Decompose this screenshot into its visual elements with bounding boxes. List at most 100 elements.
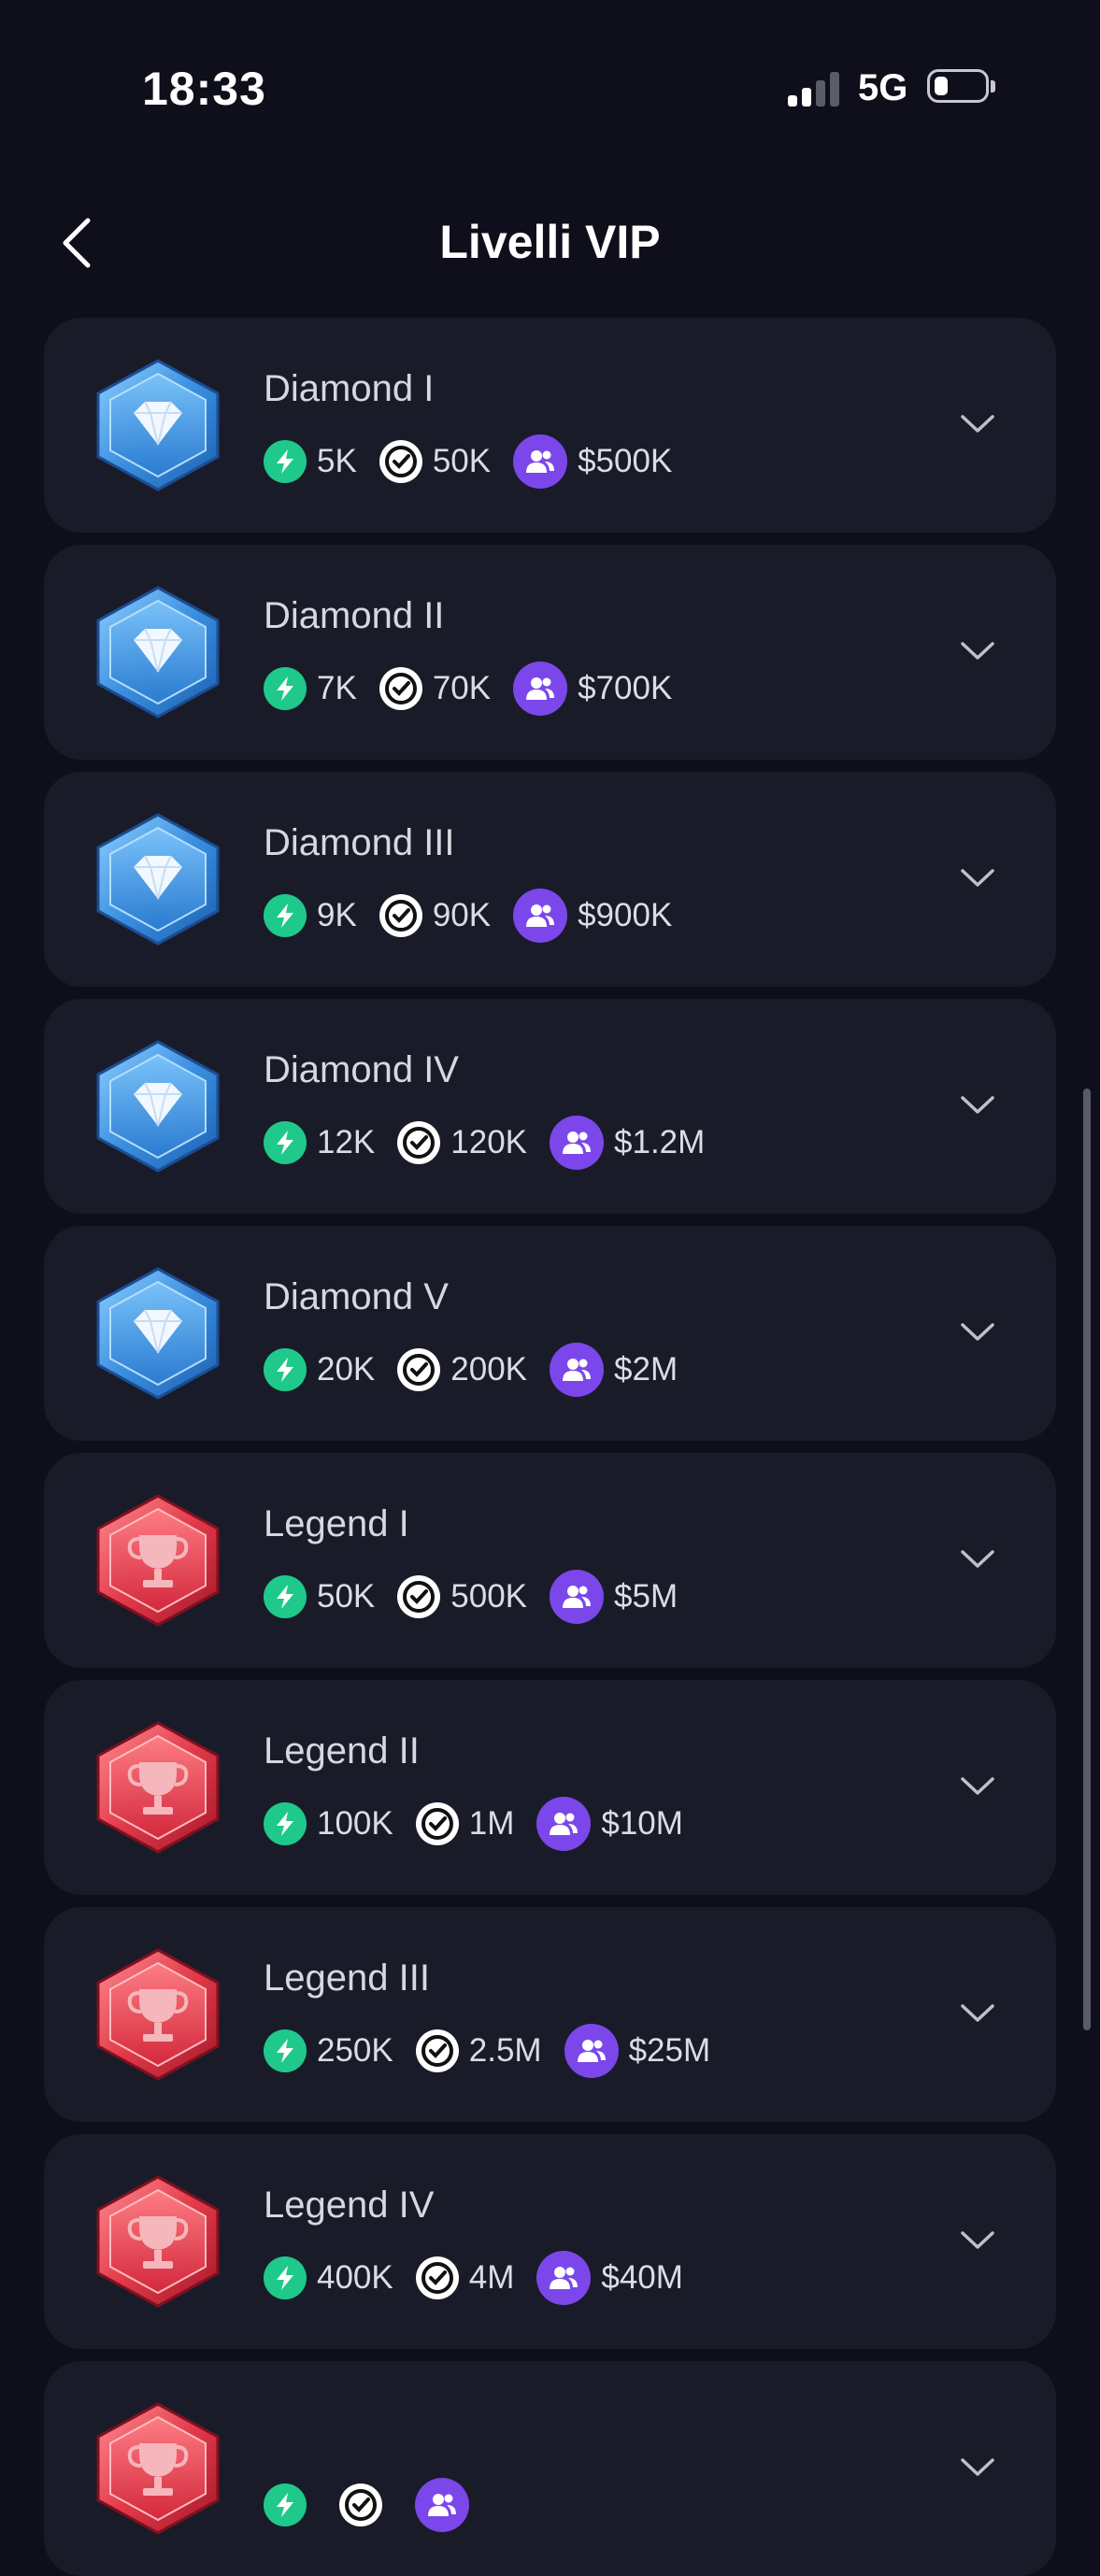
coin-icon: [379, 667, 422, 710]
tier-stat-value: $40M: [601, 2259, 683, 2296]
tier-stat-value: 1M: [468, 1805, 515, 1842]
expand-button[interactable]: [959, 2000, 996, 2027]
tier-stat-value: 400K: [317, 2259, 393, 2296]
bolt-icon: [264, 1121, 307, 1164]
tier-requirements: 100K 1M $10M: [264, 1796, 706, 1852]
expand-button[interactable]: [959, 1546, 996, 1573]
tier-name: Diamond I: [264, 368, 435, 409]
diamond-badge-icon: [93, 359, 223, 491]
tier-card[interactable]: Legend IV 400K 4M $40M: [44, 2134, 1056, 2349]
tier-stat: 200K: [397, 1348, 527, 1391]
tier-stat-value: $10M: [601, 1805, 683, 1842]
tier-card[interactable]: Diamond II 7K 70K $700K: [44, 545, 1056, 760]
users-icon: [550, 1343, 605, 1397]
tier-stat: [415, 2478, 479, 2532]
tier-stat-value: $25M: [628, 2032, 711, 2069]
tier-stat-value: 200K: [450, 1351, 528, 1388]
diamond-badge-icon: [93, 1040, 223, 1173]
tier-stat-value: 4M: [468, 2259, 515, 2296]
tier-stat-value: 90K: [432, 897, 492, 933]
users-icon: [415, 2478, 469, 2532]
tier-stat: 12K: [264, 1121, 375, 1164]
expand-button[interactable]: [959, 865, 996, 891]
status-bar: 18:33 5G: [0, 0, 1100, 178]
expand-button[interactable]: [959, 1319, 996, 1345]
tier-stat: 70K: [379, 667, 491, 710]
chevron-down-icon: [961, 1777, 994, 1795]
network-label: 5G: [858, 67, 908, 108]
chevron-down-icon: [961, 2004, 994, 2022]
tier-name: Diamond II: [264, 595, 445, 636]
tier-card[interactable]: Diamond I 5K 50K $500K: [44, 318, 1056, 533]
header: Livelli VIP: [0, 196, 1100, 290]
users-icon: [536, 2251, 592, 2305]
scrollbar[interactable]: [1083, 1089, 1091, 2030]
tier-card[interactable]: Diamond V 20K 200K $2M: [44, 1226, 1056, 1441]
tier-stat: 7K: [264, 667, 357, 710]
tier-card[interactable]: Diamond IV 12K 120K $1.2M: [44, 999, 1056, 1214]
signal-icon: [788, 71, 840, 107]
chevron-down-icon: [961, 2458, 994, 2476]
tier-stat: 1M: [415, 1802, 515, 1845]
users-icon: [550, 1116, 605, 1170]
chevron-down-icon: [961, 642, 994, 660]
tier-stat: 4M: [415, 2256, 515, 2299]
tier-stat: $5M: [550, 1570, 678, 1624]
expand-button[interactable]: [959, 2455, 996, 2481]
expand-button[interactable]: [959, 638, 996, 664]
coin-icon: [339, 2483, 382, 2526]
coin-icon: [415, 1802, 459, 1845]
legend-trophy-badge-icon: [93, 1948, 223, 2081]
tier-stat: $25M: [564, 2024, 711, 2078]
bolt-icon: [264, 1575, 307, 1618]
tier-stat-value: $900K: [578, 897, 673, 933]
status-time: 18:33: [142, 63, 266, 115]
tier-card[interactable]: Diamond III 9K 90K $900K: [44, 772, 1056, 987]
expand-button[interactable]: [959, 411, 996, 437]
expand-button[interactable]: [959, 1773, 996, 1800]
tier-stat-value: 250K: [317, 2032, 393, 2069]
tier-requirements: 12K 120K $1.2M: [264, 1115, 727, 1171]
tier-card[interactable]: Legend II 100K 1M $10M: [44, 1680, 1056, 1895]
users-icon: [513, 889, 568, 943]
bolt-icon: [264, 2256, 307, 2299]
tier-card[interactable]: [44, 2361, 1056, 2576]
bolt-icon: [264, 1348, 307, 1391]
tier-requirements: 250K 2.5M $25M: [264, 2023, 733, 2079]
tier-requirements: 400K 4M $40M: [264, 2250, 706, 2306]
tier-stat: 120K: [397, 1121, 527, 1164]
users-icon: [513, 662, 568, 716]
coin-icon: [379, 440, 422, 483]
tier-name: Diamond III: [264, 822, 455, 863]
tier-name: Legend I: [264, 1503, 409, 1544]
tier-stat-value: 9K: [317, 897, 357, 933]
diamond-badge-icon: [93, 586, 223, 719]
tier-stat: $2M: [550, 1343, 678, 1397]
tier-name: Diamond V: [264, 1276, 449, 1317]
tier-stat: 100K: [264, 1802, 393, 1845]
bolt-icon: [264, 894, 307, 937]
tier-card[interactable]: Legend I 50K 500K $5M: [44, 1453, 1056, 1668]
expand-button[interactable]: [959, 2227, 996, 2254]
tier-requirements: [264, 2477, 502, 2533]
battery-icon: [927, 69, 995, 103]
tier-stat-value: 100K: [317, 1805, 393, 1842]
tier-stat-value: $5M: [614, 1578, 679, 1615]
tier-stat: [264, 2483, 317, 2526]
bolt-icon: [264, 2483, 307, 2526]
tier-name: Legend III: [264, 1957, 430, 1999]
tier-stat: $40M: [536, 2251, 683, 2305]
tier-stat-value: $700K: [578, 670, 673, 706]
tier-requirements: 5K 50K $500K: [264, 434, 694, 490]
coin-icon: [397, 1575, 441, 1618]
bolt-icon: [264, 2029, 307, 2072]
users-icon: [564, 2024, 619, 2078]
coin-icon: [397, 1121, 441, 1164]
tier-card[interactable]: Legend III 250K 2.5M $25M: [44, 1907, 1056, 2122]
expand-button[interactable]: [959, 1092, 996, 1118]
tier-stat: 250K: [264, 2029, 393, 2072]
tier-stat-value: 7K: [317, 670, 357, 706]
tier-stat: 5K: [264, 440, 357, 483]
chevron-down-icon: [961, 1096, 994, 1114]
tier-stat: $10M: [536, 1797, 683, 1851]
